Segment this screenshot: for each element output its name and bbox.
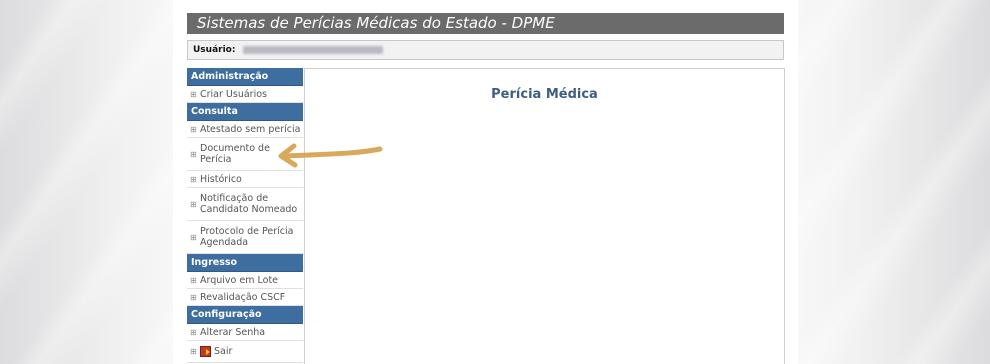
expand-icon: ⊞	[190, 89, 197, 99]
expand-icon: ⊞	[190, 199, 197, 209]
menu-item-label: Protocolo de Perícia Agendada	[200, 226, 294, 248]
menu-item-label: Sair	[214, 346, 233, 357]
menu-item-revalidacao-cscf[interactable]: ⊞ Revalidação CSCF	[187, 289, 303, 306]
expand-icon: ⊞	[190, 174, 197, 184]
expand-icon: ⊞	[190, 347, 197, 356]
section-administracao: Administração	[187, 68, 303, 86]
menu-item-notificacao-candidato-nomeado[interactable]: ⊞ Notificação de Candidato Nomeado	[187, 188, 303, 221]
page-title: Perícia Médica	[491, 87, 598, 102]
expand-icon: ⊞	[190, 292, 197, 302]
expand-icon: ⊞	[190, 149, 197, 159]
menu-item-alterar-senha[interactable]: ⊞ Alterar Senha	[187, 324, 303, 341]
main-content: Perícia Médica	[304, 68, 785, 364]
user-label: Usuário:	[193, 45, 236, 55]
menu-item-protocolo-pericia-agendada[interactable]: ⊞ Protocolo de Perícia Agendada	[187, 221, 303, 254]
user-name-redacted	[243, 45, 384, 54]
expand-icon: ⊞	[190, 275, 197, 285]
section-consulta: Consulta	[187, 103, 303, 121]
menu-item-label: Atestado sem perícia	[200, 123, 301, 135]
section-configuracao: Configuração	[187, 306, 303, 324]
menu-item-label: Notificação de Candidato Nomeado	[200, 193, 298, 215]
expand-icon: ⊞	[190, 232, 197, 242]
menu-item-label: Histórico	[200, 173, 242, 185]
expand-icon: ⊞	[190, 327, 197, 337]
menu-item-arquivo-em-lote[interactable]: ⊞ Arquivo em Lote	[187, 272, 303, 289]
menu-item-sair[interactable]: ⊞ Sair	[187, 341, 303, 363]
menu-item-criar-usuarios[interactable]: ⊞ Criar Usuários	[187, 86, 303, 103]
section-ingresso: Ingresso	[187, 254, 303, 272]
expand-icon: ⊞	[190, 124, 197, 134]
app-title: Sistemas de Perícias Médicas do Estado -…	[197, 14, 555, 32]
menu-item-label: Alterar Senha	[200, 326, 266, 338]
menu-item-atestado-sem-pericia[interactable]: ⊞ Atestado sem perícia	[187, 121, 303, 138]
menu-item-label: Revalidação CSCF	[200, 291, 286, 303]
curved-arrow-annotation-icon	[278, 143, 383, 168]
app-title-bar: Sistemas de Perícias Médicas do Estado -…	[187, 13, 784, 34]
exit-door-icon	[200, 346, 211, 357]
menu-item-label: Criar Usuários	[200, 88, 267, 100]
menu-item-historico[interactable]: ⊞ Histórico	[187, 171, 303, 188]
menu-item-label: Arquivo em Lote	[200, 274, 279, 286]
menu-item-label: Documento de Perícia	[200, 143, 270, 165]
sidebar-menu: Administração ⊞ Criar Usuários Consulta ⊞…	[187, 68, 303, 363]
user-bar: Usuário:	[187, 40, 784, 60]
